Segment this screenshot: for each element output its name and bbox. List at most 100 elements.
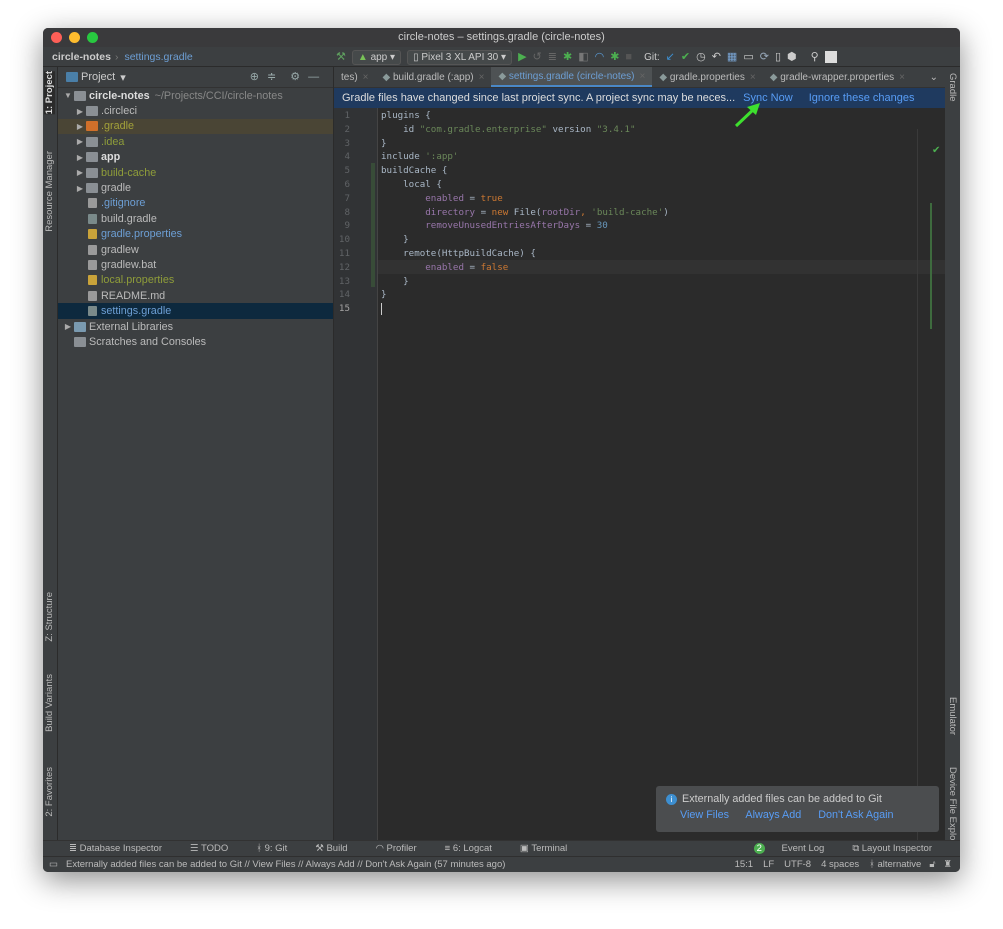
tree-item[interactable]: ▶.gradle xyxy=(58,119,333,134)
settings-gear-icon[interactable]: ⚙ xyxy=(290,72,300,83)
tree-item[interactable]: local.properties xyxy=(58,273,333,288)
caret-position[interactable]: 15:1 xyxy=(735,859,754,870)
scratches-node[interactable]: Scratches and Consoles xyxy=(58,334,333,349)
editor-tab[interactable]: ◆ settings.gradle (circle-notes)× xyxy=(491,67,652,88)
device-select[interactable]: ▯ Pixel 3 XL API 30 ▾ xyxy=(407,50,512,65)
close-tab-icon[interactable]: × xyxy=(363,72,369,83)
stop-icon[interactable]: ■ xyxy=(625,52,632,63)
project-view-select[interactable]: Project xyxy=(81,71,115,83)
tree-item[interactable]: settings.gradle xyxy=(58,303,333,318)
gradle-sync-icon[interactable]: ⟳ xyxy=(760,52,769,63)
todo-tab[interactable]: ☰ TODO xyxy=(190,843,242,854)
dont-ask-again-link[interactable]: Don't Ask Again xyxy=(818,809,893,821)
tree-item[interactable]: .gitignore xyxy=(58,196,333,211)
tab-list-chevron-icon[interactable]: ⌄ xyxy=(923,67,945,88)
tree-item[interactable]: gradle.properties xyxy=(58,227,333,242)
tree-item[interactable]: build.gradle xyxy=(58,211,333,226)
sdk-manager-icon[interactable]: ⬢ xyxy=(787,52,797,63)
line-number: 10 xyxy=(334,234,350,245)
tree-item[interactable]: ▶app xyxy=(58,150,333,165)
tree-item[interactable]: gradlew.bat xyxy=(58,257,333,272)
tree-root[interactable]: ▼ circle-notes ~/Projects/CCI/circle-not… xyxy=(58,88,333,103)
editor-tab[interactable]: ◆ build.gradle (:app)× xyxy=(376,67,492,88)
git-tab[interactable]: ᚼ 9: Git xyxy=(256,843,301,854)
editor-tab[interactable]: ◆ gradle.properties× xyxy=(652,67,762,88)
avd-manager-icon[interactable]: ▯ xyxy=(775,52,781,63)
collapse-all-icon[interactable]: ≑ xyxy=(267,72,276,83)
code-token: "3.4.1" xyxy=(597,124,636,135)
tree-item[interactable]: ▶gradle xyxy=(58,180,333,195)
build-tab[interactable]: ⚒ Build xyxy=(315,843,361,854)
git-history-icon[interactable]: ◷ xyxy=(696,52,706,63)
breadcrumb-project[interactable]: circle-notes xyxy=(52,51,111,63)
expand-arrow-icon[interactable]: ▶ xyxy=(74,107,86,116)
minimize-window-button[interactable] xyxy=(69,32,80,43)
build-variants-tab[interactable]: Build Variants xyxy=(44,674,55,732)
file-encoding[interactable]: UTF-8 xyxy=(784,859,811,870)
debug-icon[interactable]: ✱ xyxy=(563,52,572,63)
search-icon[interactable]: ⚲ xyxy=(811,52,819,63)
tree-item[interactable]: README.md xyxy=(58,288,333,303)
tree-item[interactable]: gradlew xyxy=(58,242,333,257)
zoom-window-button[interactable] xyxy=(87,32,98,43)
ignore-changes-link[interactable]: Ignore these changes xyxy=(809,92,915,104)
tree-item[interactable]: ▶.idea xyxy=(58,134,333,149)
view-files-link[interactable]: View Files xyxy=(680,809,729,821)
gradle-tab[interactable]: Gradle xyxy=(947,73,958,102)
profile-icon[interactable]: ◠ xyxy=(595,52,605,63)
git-commit-icon[interactable]: ✔ xyxy=(681,52,690,63)
database-inspector-tab[interactable]: ≣ Database Inspector xyxy=(69,843,176,854)
run-icon[interactable]: ▶ xyxy=(518,52,526,63)
external-libraries-node[interactable]: ▶External Libraries xyxy=(58,319,333,334)
close-tab-icon[interactable]: × xyxy=(479,72,485,83)
close-tab-icon[interactable]: × xyxy=(899,72,905,83)
run-config-select[interactable]: ▲ app ▾ xyxy=(352,50,401,65)
expand-arrow-icon[interactable]: ▶ xyxy=(74,122,86,131)
expand-arrow-icon[interactable]: ▶ xyxy=(62,322,74,331)
expand-arrow-icon[interactable]: ▶ xyxy=(74,184,86,193)
status-message[interactable]: Externally added files can be added to G… xyxy=(66,859,505,870)
coverage-icon[interactable]: ◧ xyxy=(578,52,588,63)
layout-inspector-tab[interactable]: ⧉ Layout Inspector xyxy=(852,843,946,854)
expand-arrow-icon[interactable]: ▶ xyxy=(74,153,86,162)
git-branch[interactable]: ᚼ alternative xyxy=(869,859,921,870)
favorites-tab[interactable]: 2: Favorites xyxy=(44,767,55,817)
close-window-button[interactable] xyxy=(51,32,62,43)
terminal-tab[interactable]: ▣ Terminal xyxy=(520,843,581,854)
lock-icon[interactable]: 🔓︎ xyxy=(929,859,935,870)
tool-windows-toggle-icon[interactable]: ▭ xyxy=(49,859,58,870)
project-structure-icon[interactable]: ▦ xyxy=(727,52,737,63)
locate-icon[interactable]: ⊕ xyxy=(250,72,259,83)
hammer-build-icon[interactable]: ⚒ xyxy=(336,52,346,63)
indent-setting[interactable]: 4 spaces xyxy=(821,859,859,870)
project-tool-tab[interactable]: 1: Project xyxy=(44,71,55,114)
emulator-tab[interactable]: Emulator xyxy=(947,697,958,735)
line-separator[interactable]: LF xyxy=(763,859,774,870)
terminal-toolbar-icon[interactable]: ▭ xyxy=(743,52,753,63)
avatar[interactable] xyxy=(825,51,837,63)
editor-tab[interactable]: tes)× xyxy=(334,67,376,88)
memory-indicator-icon[interactable]: ♜ xyxy=(943,859,952,870)
always-add-link[interactable]: Always Add xyxy=(745,809,801,821)
structure-tab[interactable]: Z: Structure xyxy=(44,592,55,642)
git-update-icon[interactable]: ↙ xyxy=(666,52,675,63)
editor-tab[interactable]: ◆ gradle-wrapper.properties× xyxy=(763,67,912,88)
profiler-tab[interactable]: ◠ Profiler xyxy=(376,843,431,854)
apply-changes-icon[interactable]: ↺ xyxy=(533,52,542,63)
code-token: version xyxy=(547,124,597,135)
attach-debugger-icon[interactable]: ✱ xyxy=(610,52,619,63)
tree-item[interactable]: ▶build-cache xyxy=(58,165,333,180)
expand-arrow-icon[interactable]: ▶ xyxy=(74,168,86,177)
resource-manager-tab[interactable]: Resource Manager xyxy=(44,151,55,232)
breadcrumb-file[interactable]: settings.gradle xyxy=(124,51,192,63)
apply-code-icon[interactable]: ≣ xyxy=(548,52,557,63)
event-log-tab[interactable]: 2 Event Log xyxy=(754,843,839,854)
hide-icon[interactable]: — xyxy=(308,72,319,83)
close-tab-icon[interactable]: × xyxy=(640,71,646,82)
git-rollback-icon[interactable]: ↶ xyxy=(712,52,721,63)
tree-item[interactable]: ▶.circleci xyxy=(58,103,333,118)
close-tab-icon[interactable]: × xyxy=(750,72,756,83)
text-caret xyxy=(381,303,382,315)
expand-arrow-icon[interactable]: ▶ xyxy=(74,137,86,146)
logcat-tab[interactable]: ≡ 6: Logcat xyxy=(445,843,506,854)
